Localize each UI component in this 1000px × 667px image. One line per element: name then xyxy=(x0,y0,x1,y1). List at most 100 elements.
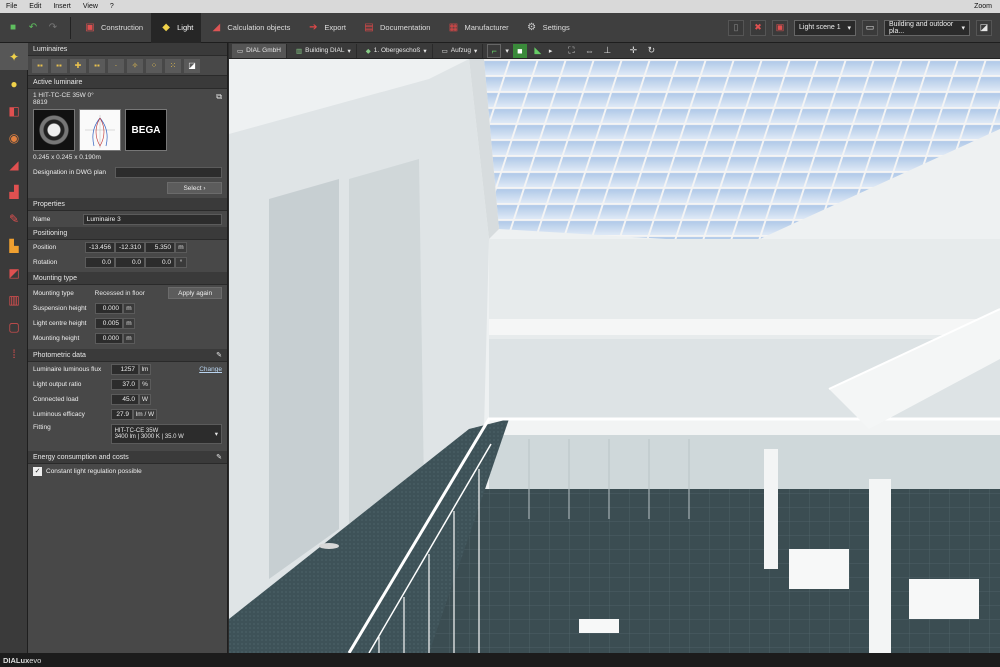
position-label: Position xyxy=(33,244,57,251)
building-icon: ▥ xyxy=(295,47,303,55)
light-centre-height-unit: m xyxy=(123,318,135,329)
energy-header[interactable]: Energy consumption and costs ✎ xyxy=(28,451,227,464)
measure-icon[interactable]: ⇔ xyxy=(582,44,596,58)
menu-help[interactable]: ? xyxy=(104,3,120,10)
wrench-icon[interactable]: ✎ xyxy=(0,205,28,232)
field-arrangement-icon[interactable]: ▪▪ xyxy=(89,58,105,73)
scene-settings-icon[interactable]: ▭ xyxy=(862,19,878,36)
sensor-icon[interactable]: ▥ xyxy=(0,286,28,313)
export-icon: ➔ xyxy=(309,22,318,33)
tab-export[interactable]: ➔ Export xyxy=(298,13,354,43)
atrium-render xyxy=(229,59,1000,653)
light-centre-height-input[interactable]: 0.005 xyxy=(95,318,123,329)
circle-arrangement-icon[interactable]: ✚ xyxy=(70,58,86,73)
chevron-down-icon[interactable]: ▾ xyxy=(505,47,509,55)
view-3d-icon[interactable]: ⌐ xyxy=(487,43,502,58)
lor-unit: % xyxy=(139,379,151,390)
left-tool-strip: ✦ ● ◧ ◉ ◢ ▟ ✎ ▙ ◩ ▥ ▢ ⁞ xyxy=(0,43,28,653)
line-arrangement-icon[interactable]: ▪▪ xyxy=(51,58,67,73)
copy-icon[interactable]: ⧉ xyxy=(216,92,222,102)
breadcrumb-floor[interactable]: ◆ 1. Obergeschoß ▾ xyxy=(361,43,433,58)
breadcrumb-elevator[interactable]: ▭ Aufzug ▾ xyxy=(437,43,484,58)
scene-delete-icon[interactable]: ✖ xyxy=(750,19,766,36)
group-icon[interactable]: ▙ xyxy=(0,232,28,259)
filter-icon[interactable]: ◪ xyxy=(184,58,200,73)
view-mode-select[interactable]: Building and outdoor pla... ▾ xyxy=(884,19,970,36)
layout-icon[interactable]: ◪ xyxy=(976,19,992,36)
magic-arrangement-icon[interactable]: ✧ xyxy=(127,58,143,73)
rotate-icon[interactable]: ↻ xyxy=(644,44,658,58)
color-icon[interactable]: ◉ xyxy=(0,124,28,151)
breadcrumb-building[interactable]: ▥ Building DIAL ▾ xyxy=(291,43,357,58)
position-y-input[interactable]: -12.310 xyxy=(115,242,145,253)
left-window xyxy=(269,179,339,579)
rotation-z-input[interactable]: 0.0 xyxy=(145,257,175,268)
dimension-icon[interactable]: ⊥ xyxy=(600,44,614,58)
mounting-height-label: Mounting height xyxy=(33,335,80,342)
chevron-down-icon: ▾ xyxy=(347,47,351,55)
name-input[interactable]: Luminaire 3 xyxy=(82,213,222,225)
constant-light-checkbox[interactable]: ✓ xyxy=(33,466,42,476)
breadcrumb-company[interactable]: ▭ DIAL GmbH xyxy=(232,43,287,58)
undo-icon[interactable]: ↶ xyxy=(26,21,40,35)
rotation-y-input[interactable]: 0.0 xyxy=(115,257,145,268)
tab-construction[interactable]: ▣ Construction xyxy=(75,13,151,43)
mounting-height-input[interactable]: 0.000 xyxy=(95,333,123,344)
designation-input[interactable] xyxy=(114,166,222,178)
floor-view-icon[interactable]: ◣ xyxy=(531,44,545,58)
position-z-input[interactable]: 5.350 xyxy=(145,242,175,253)
position-x-input[interactable]: -13.456 xyxy=(85,242,115,253)
rotation-x-input[interactable]: 0.0 xyxy=(85,257,115,268)
zone-icon[interactable]: ▢ xyxy=(0,313,28,340)
daylight-icon[interactable]: ◢ xyxy=(0,151,28,178)
efficacy-input[interactable]: 27.9 xyxy=(111,409,133,420)
tab-manufacturer[interactable]: ▦ Manufacturer xyxy=(438,13,516,43)
fit-view-icon[interactable]: ⛶ xyxy=(564,44,578,58)
luminaire-number: 8819 xyxy=(33,99,48,106)
luminaire-tool-icon[interactable]: ✦ xyxy=(0,43,28,70)
network-icon[interactable]: ⁞ xyxy=(0,340,28,367)
apply-again-button[interactable]: Apply again xyxy=(168,287,222,299)
solid-view-icon[interactable]: ■ xyxy=(512,43,527,58)
chevron-right-icon[interactable]: ▸ xyxy=(549,47,553,55)
tab-light[interactable]: ◆ Light xyxy=(151,12,202,43)
control-icon[interactable]: ◩ xyxy=(0,259,28,286)
tab-calculation-objects[interactable]: ◢ Calculation objects xyxy=(201,13,298,43)
chevron-down-icon: ▾ xyxy=(214,431,218,438)
light-distribution-curve xyxy=(79,109,121,151)
polar-arrangement-icon[interactable]: ⁘ xyxy=(146,58,162,73)
mounting-height-unit: m xyxy=(123,333,135,344)
menu-view[interactable]: View xyxy=(77,3,104,10)
luminaire-name: 1 HIT-TC-CE 35W 0° xyxy=(33,92,94,99)
lor-input[interactable]: 37.0 xyxy=(111,379,139,390)
photometric-header[interactable]: Photometric data ✎ xyxy=(28,349,227,362)
save-icon[interactable]: ■ xyxy=(6,21,20,35)
tab-documentation[interactable]: ▤ Documentation xyxy=(354,13,438,43)
scene-add-icon[interactable]: ▯ xyxy=(728,19,744,36)
3d-viewport[interactable] xyxy=(229,59,1000,653)
menu-edit[interactable]: Edit xyxy=(23,3,47,10)
tab-settings[interactable]: ⚙ Settings xyxy=(517,13,578,43)
emergency-light-icon[interactable]: ◧ xyxy=(0,97,28,124)
scene-remove-icon[interactable]: ▣ xyxy=(772,19,788,36)
arrangement-icon[interactable]: ▟ xyxy=(0,178,28,205)
select-button[interactable]: Select › xyxy=(167,182,222,194)
change-link[interactable]: Change xyxy=(199,366,222,373)
fitting-select[interactable]: HIT-TC-CE 35W 3400 lm | 3000 K | 35.0 W … xyxy=(110,424,222,444)
bulb-icon[interactable]: ● xyxy=(0,70,28,97)
suspension-height-input[interactable]: 0.000 xyxy=(95,303,123,314)
zoom-label[interactable]: Zoom xyxy=(974,3,992,10)
light-scene-select[interactable]: Light scene 1 ▾ xyxy=(794,19,856,36)
luminaire-dimensions: 0.245 x 0.245 x 0.190m xyxy=(33,154,101,161)
redo-icon[interactable]: ↷ xyxy=(46,21,60,35)
connected-load-input[interactable]: 45.0 xyxy=(111,394,139,405)
pin-icon[interactable]: ✎ xyxy=(216,453,222,461)
move-icon[interactable]: ✛ xyxy=(626,44,640,58)
grid-arrangement-icon[interactable]: ⁙ xyxy=(165,58,181,73)
flux-input[interactable]: 1257 xyxy=(111,364,139,375)
pin-icon[interactable]: ✎ xyxy=(216,351,222,359)
single-arrangement-icon[interactable]: ▪▪ xyxy=(32,58,48,73)
menu-insert[interactable]: Insert xyxy=(47,3,77,10)
point-arrangement-icon[interactable]: · xyxy=(108,58,124,73)
menu-file[interactable]: File xyxy=(0,3,23,10)
